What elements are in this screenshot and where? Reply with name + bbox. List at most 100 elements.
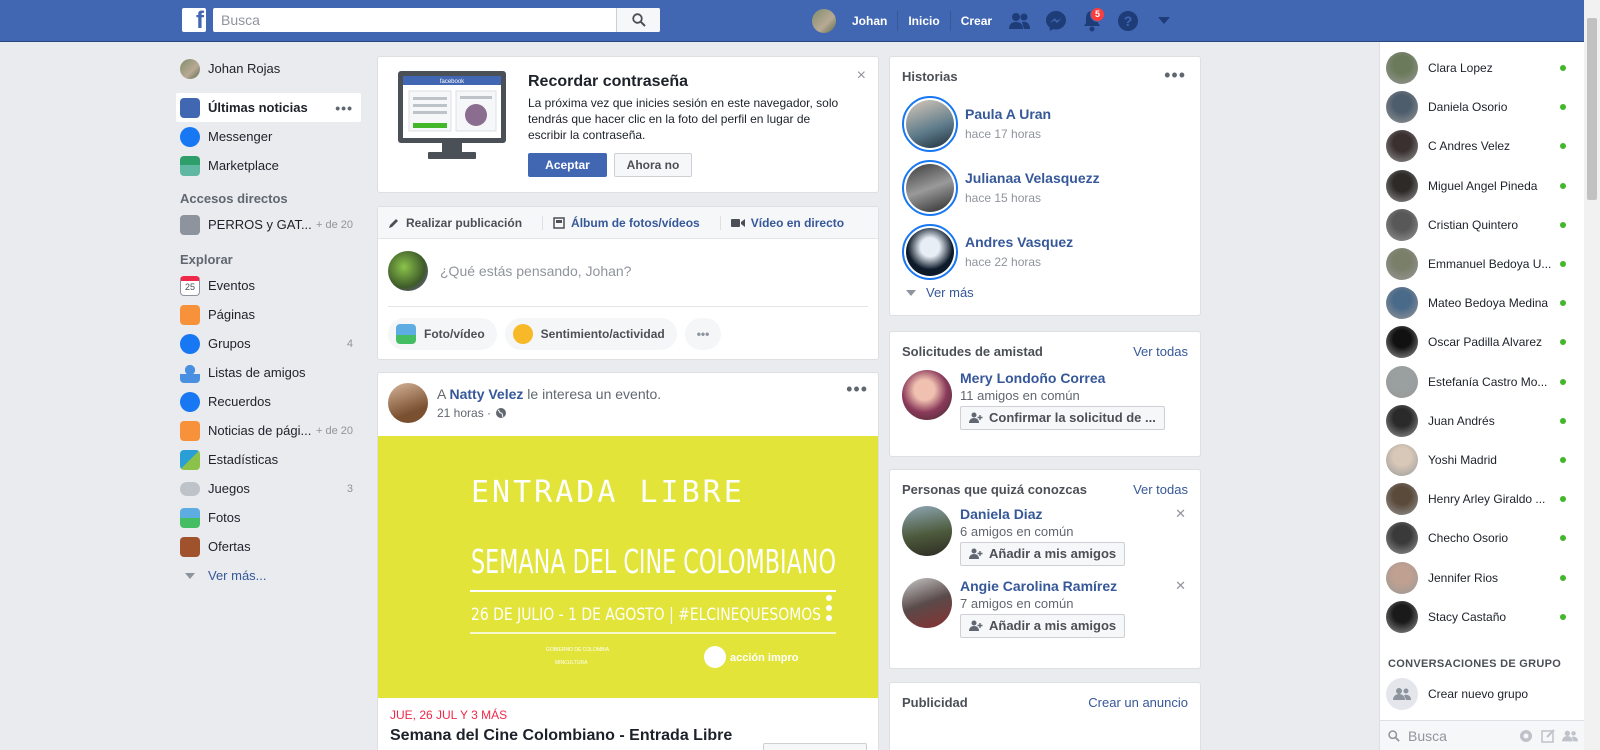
- more-options-icon[interactable]: •••: [846, 379, 868, 400]
- messenger-button[interactable]: [1038, 0, 1074, 42]
- chat-contact[interactable]: Henry Arley Giraldo ...: [1386, 481, 1580, 517]
- avatar[interactable]: [902, 578, 952, 628]
- more-options-button[interactable]: •••: [684, 318, 722, 350]
- insights-icon: [180, 449, 200, 470]
- scrollbar-thumb[interactable]: [1587, 18, 1597, 200]
- create-link[interactable]: Crear: [951, 11, 1002, 31]
- nav-item-memories[interactable]: Recuerdos: [180, 387, 365, 416]
- nav-item-marketplace[interactable]: Marketplace: [180, 151, 365, 180]
- stories-title: Historias: [902, 69, 958, 84]
- person-name[interactable]: Daniela Diaz: [960, 506, 1042, 522]
- stories-see-more[interactable]: Ver más: [906, 285, 974, 300]
- avatar[interactable]: [812, 9, 836, 33]
- story-item[interactable]: Julianaa Velasquezz hace 15 horas: [902, 160, 1192, 216]
- avatar[interactable]: [388, 383, 428, 423]
- search-input[interactable]: Busca: [213, 8, 660, 32]
- chat-contact[interactable]: Mateo Bedoya Medina: [1386, 285, 1580, 321]
- nav-item-groups[interactable]: Grupos 4: [180, 329, 365, 358]
- close-icon[interactable]: ×: [857, 67, 866, 85]
- post-timestamp[interactable]: 21 horas ·: [437, 406, 491, 420]
- story-item[interactable]: Paula A Uran hace 17 horas: [902, 96, 1192, 152]
- avatar[interactable]: [902, 506, 952, 556]
- nav-item-events[interactable]: 25 Eventos: [180, 271, 365, 300]
- chat-contact[interactable]: Daniela Osorio: [1386, 89, 1580, 125]
- illustration-logo: facebook: [440, 79, 465, 85]
- chat-contact[interactable]: Oscar Padilla Alvarez: [1386, 324, 1580, 360]
- chat-contact[interactable]: Estefanía Castro Mo...: [1386, 364, 1580, 400]
- create-group-button[interactable]: Crear nuevo grupo: [1386, 678, 1528, 710]
- nav-item-pages-feed[interactable]: Noticias de pági... + de 20: [180, 416, 365, 445]
- gear-icon[interactable]: [1518, 728, 1534, 744]
- nav-profile[interactable]: Johan Rojas: [180, 56, 365, 81]
- see-all-link[interactable]: Ver todas: [1133, 482, 1188, 497]
- see-all-link[interactable]: Ver todas: [1133, 344, 1188, 359]
- nav-item-photos[interactable]: Fotos: [180, 503, 365, 532]
- tab-label: Álbum de fotos/vídeos: [571, 215, 700, 230]
- person-name[interactable]: Angie Carolina Ramírez: [960, 578, 1117, 594]
- confirm-request-button[interactable]: Confirmar la solicitud de ...: [960, 406, 1165, 430]
- event-title[interactable]: Semana del Cine Colombiano - Entrada Lib…: [390, 727, 732, 745]
- groups-icon: [180, 333, 200, 354]
- chat-contact[interactable]: Yoshi Madrid: [1386, 442, 1580, 478]
- status-input[interactable]: ¿Qué estás pensando, Johan?: [440, 263, 631, 279]
- nav-item-shortcut[interactable]: PERROS y GAT... + de 20: [180, 210, 365, 239]
- nav-item-pages[interactable]: Páginas: [180, 300, 365, 329]
- not-now-button[interactable]: Ahora no: [614, 153, 692, 177]
- chat-contact[interactable]: Juan Andrés: [1386, 403, 1580, 439]
- help-button[interactable]: ?: [1110, 0, 1146, 42]
- pages-feed-icon: [180, 420, 200, 441]
- friend-requests-button[interactable]: [1002, 0, 1038, 42]
- chat-contact[interactable]: C Andres Velez: [1386, 128, 1580, 164]
- story-item[interactable]: Andres Vasquez hace 22 horas: [902, 224, 1192, 280]
- chip-label: Foto/vídeo: [424, 327, 485, 341]
- chat-contact[interactable]: Stacy Castaño: [1386, 599, 1580, 635]
- close-icon[interactable]: ✕: [1175, 506, 1186, 522]
- chat-search-input[interactable]: Busca: [1380, 720, 1584, 750]
- chat-contact[interactable]: Cristian Quintero: [1386, 207, 1580, 243]
- interested-button[interactable]: [763, 743, 867, 750]
- friend-requests-title: Solicitudes de amistad: [902, 344, 1043, 359]
- account-menu-button[interactable]: [1146, 0, 1182, 42]
- add-friend-button[interactable]: Añadir a mis amigos: [960, 614, 1126, 638]
- create-ad-link[interactable]: Crear un anuncio: [1088, 695, 1188, 710]
- tab-label: Realizar publicación: [406, 215, 523, 230]
- nav-see-more[interactable]: Ver más...: [180, 561, 365, 590]
- chat-contact[interactable]: Clara Lopez: [1386, 50, 1580, 86]
- nav-item-offers[interactable]: Ofertas: [180, 532, 365, 561]
- nav-item-insights[interactable]: Estadísticas: [180, 445, 365, 474]
- group-icon[interactable]: [1562, 728, 1578, 744]
- nav-item-messenger[interactable]: Messenger: [180, 122, 365, 151]
- avatar[interactable]: [902, 370, 952, 420]
- story-ring: [902, 160, 958, 216]
- new-message-icon[interactable]: [1540, 728, 1556, 744]
- search-button[interactable]: [616, 8, 660, 32]
- tab-live-video[interactable]: Vídeo en directo: [730, 216, 854, 230]
- chat-contact[interactable]: Jennifer Rios: [1386, 560, 1580, 596]
- home-link[interactable]: Inicio: [898, 11, 951, 31]
- nav-item-news-feed[interactable]: Últimas noticias •••: [176, 93, 361, 122]
- tab-create-post[interactable]: Realizar publicación: [388, 216, 532, 230]
- tab-photo-album[interactable]: Álbum de fotos/vídeos: [553, 216, 710, 230]
- pencil-icon: [389, 218, 398, 228]
- chat-contact[interactable]: Emmanuel Bedoya U...: [1386, 246, 1580, 282]
- photo-video-button[interactable]: Foto/vídeo: [388, 318, 497, 350]
- person-name[interactable]: Mery Londoño Correa: [960, 370, 1105, 386]
- facebook-logo[interactable]: f: [182, 7, 206, 34]
- feeling-activity-button[interactable]: Sentimiento/actividad: [504, 318, 677, 350]
- nav-item-games[interactable]: Juegos 3: [180, 474, 365, 503]
- notifications-button[interactable]: 5: [1074, 0, 1110, 42]
- event-cover-image[interactable]: ENTRADA LIBRE SEMANA DEL CINE COLOMBIANO…: [378, 436, 878, 698]
- more-options-icon[interactable]: •••: [335, 100, 353, 116]
- post-author-link[interactable]: Natty Velez: [449, 386, 523, 402]
- page-scrollbar[interactable]: [1584, 0, 1600, 750]
- close-icon[interactable]: ✕: [1175, 578, 1186, 594]
- accept-button[interactable]: Aceptar: [528, 153, 607, 177]
- nav-item-friend-lists[interactable]: Listas de amigos: [180, 358, 365, 387]
- chat-contact[interactable]: Checho Osorio: [1386, 520, 1580, 556]
- chat-contact[interactable]: Miguel Angel Pineda: [1386, 168, 1580, 204]
- add-friend-button[interactable]: Añadir a mis amigos: [960, 542, 1126, 566]
- chat-search-placeholder: Busca: [1408, 727, 1447, 744]
- contact-name: Clara Lopez: [1428, 61, 1493, 75]
- more-options-icon[interactable]: •••: [1164, 65, 1186, 86]
- profile-link[interactable]: Johan: [842, 11, 899, 31]
